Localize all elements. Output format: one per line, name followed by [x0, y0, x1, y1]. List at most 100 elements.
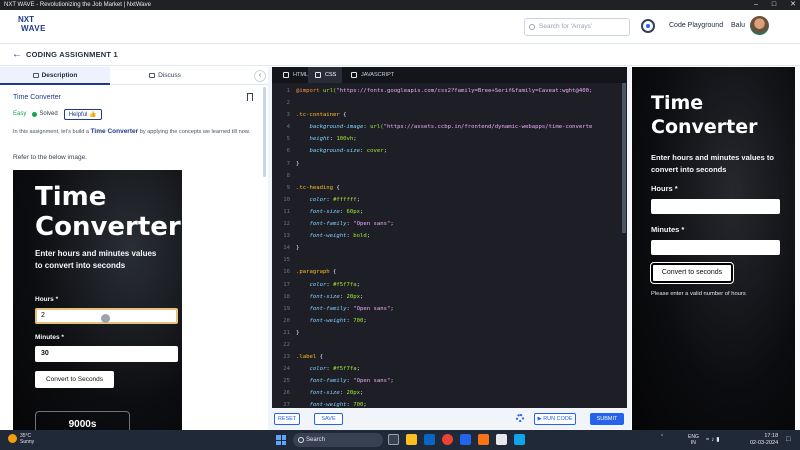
tab-description[interactable]: Description [0, 67, 110, 85]
wifi-volume-battery-icon[interactable]: ≈♪▮ [706, 436, 722, 443]
taskbar-apps [388, 434, 525, 445]
code-token: ; [353, 136, 357, 143]
store-icon[interactable] [460, 434, 471, 445]
search-input[interactable]: Search for 'Arrays' [524, 18, 630, 36]
windows-start-icon[interactable] [276, 435, 286, 445]
run-code-button[interactable]: ▶ RUN CODE [534, 413, 576, 425]
tab-javascript[interactable]: JAVASCRIPT [344, 67, 394, 83]
code-line[interactable]: 16 .paragraph { [272, 266, 624, 278]
code-line[interactable]: 3 .tc-container { [272, 109, 624, 121]
notification-icon[interactable]: □ [786, 436, 790, 443]
output-scrollbar[interactable] [795, 67, 800, 430]
file-explorer-icon[interactable] [406, 434, 417, 445]
code-line[interactable]: 7} [272, 158, 624, 170]
taskbar-search[interactable]: Search [293, 433, 383, 447]
code-line[interactable]: 10 color: #ffffff; [272, 194, 624, 206]
code-line[interactable]: 11 font-size: 60px; [272, 206, 624, 218]
nxtwave-logo[interactable]: NXT WAVE [18, 15, 52, 39]
code-line[interactable]: 12 font-family: "Open sans"; [272, 218, 624, 230]
line-number: 16 [283, 269, 290, 276]
right-resize-handle[interactable] [627, 67, 631, 430]
minimize-icon[interactable]: – [754, 0, 758, 10]
code-line[interactable]: 18 font-size: 20px; [272, 291, 624, 303]
code-token: ; [390, 305, 394, 312]
line-number: 15 [283, 257, 290, 264]
editor-scrollbar[interactable] [622, 83, 626, 233]
code-token: font-weight [296, 233, 347, 240]
minutes-input[interactable] [651, 240, 780, 255]
code-line[interactable]: 19 font-family: "Open sans"; [272, 303, 624, 315]
status-label: Solved [39, 111, 58, 117]
code-line[interactable]: 27 font-weight: 700; [272, 399, 624, 408]
gear-icon[interactable] [516, 414, 524, 422]
tray-chevron-icon[interactable]: ⌃ [660, 434, 664, 440]
streak-icon[interactable] [641, 19, 655, 33]
close-icon[interactable]: ✕ [790, 0, 796, 10]
clock[interactable]: 17:18 02-03-2024 [750, 433, 778, 447]
code-line[interactable]: 23 .label { [272, 351, 624, 363]
task-view-icon[interactable] [388, 434, 399, 445]
tab-discuss[interactable]: Discuss [110, 67, 220, 85]
code-line[interactable]: 22 [272, 339, 624, 351]
save-button[interactable]: SAVE [314, 413, 343, 425]
line-number: 14 [283, 245, 290, 252]
arrow-left-icon[interactable]: ← [12, 49, 22, 60]
code-token: "Open sans" [353, 378, 391, 385]
code-line[interactable]: 4 background-image: url("https://assets.… [272, 121, 624, 133]
tab-css[interactable]: CSS [308, 67, 342, 83]
line-number: 12 [283, 221, 290, 228]
code-line[interactable]: 9 .tc-heading { [272, 182, 624, 194]
language-indicator[interactable]: ENG IN [688, 434, 699, 446]
refer-text: Refer to the below image. [13, 154, 88, 161]
code-line[interactable]: 15 [272, 254, 624, 266]
helpful-button[interactable]: Helpful 👍 [63, 108, 102, 120]
collapse-panel-button[interactable]: ‹ [254, 70, 266, 82]
hours-input[interactable] [651, 199, 780, 214]
linkedin-icon[interactable] [424, 434, 435, 445]
code-token: { [316, 354, 323, 361]
code-line[interactable]: 24 color: #f5f7fa; [272, 363, 624, 375]
maximize-icon[interactable]: □ [772, 0, 776, 10]
code-line[interactable]: 17 color: #f5f7fa; [272, 279, 624, 291]
reset-button[interactable]: RESET [274, 413, 300, 425]
code-line[interactable]: 20 font-weight: 700; [272, 315, 624, 327]
line-number: 9 [286, 184, 290, 191]
code-line[interactable]: 1 @import url("https://fonts.googleapis.c… [272, 85, 624, 97]
code-line[interactable]: 14} [272, 242, 624, 254]
code-line[interactable]: 8 [272, 170, 624, 182]
logo-line-2: WAVE [21, 24, 46, 33]
avatar[interactable] [750, 16, 769, 35]
window-controls: – □ ✕ [754, 0, 796, 10]
browser-title-bar: NXT WAVE - Revolutionizing the Job Marke… [0, 0, 800, 10]
code-token: : [360, 148, 367, 155]
line-number: 17 [283, 281, 290, 288]
code-line[interactable]: 2 [272, 97, 624, 109]
code-token: color [296, 196, 327, 203]
code-line[interactable]: 6 background-size: cover; [272, 145, 624, 157]
code-playground-link[interactable]: Code Playground [669, 22, 723, 29]
settings-icon[interactable] [514, 434, 525, 445]
code-line[interactable]: 26 font-size: 20px; [272, 387, 624, 399]
mail-icon[interactable] [496, 434, 507, 445]
code-token: { [333, 184, 340, 191]
code-token: color [296, 366, 327, 373]
code-token: ; [356, 196, 361, 203]
preview-subtitle: Enter hours and minutes values to conver… [35, 249, 157, 270]
code-line[interactable]: 13 font-weight: bold; [272, 230, 624, 242]
panel-scrollbar[interactable] [263, 87, 266, 177]
code-line[interactable]: 21} [272, 327, 624, 339]
user-name[interactable]: Balu [731, 22, 745, 29]
bookmark-icon[interactable] [247, 93, 253, 101]
weather-widget[interactable]: 35°C Sunny [8, 433, 34, 445]
line-number: 22 [283, 341, 290, 348]
code-token: #f5f7fa [333, 281, 357, 288]
convert-button[interactable]: Convert to seconds [650, 262, 734, 284]
code-area[interactable]: 1 @import url("https://fonts.googleapis.c… [272, 83, 624, 408]
submit-button[interactable]: SUBMIT [590, 413, 624, 425]
code-line[interactable]: 25 font-family: "Open sans"; [272, 375, 624, 387]
chrome-icon[interactable] [442, 434, 453, 445]
code-line[interactable]: 5 height: 100vh; [272, 133, 624, 145]
preview-convert-button: Convert to Seconds [35, 371, 114, 388]
tab-html[interactable]: HTML [276, 67, 308, 83]
app-icon[interactable] [478, 434, 489, 445]
